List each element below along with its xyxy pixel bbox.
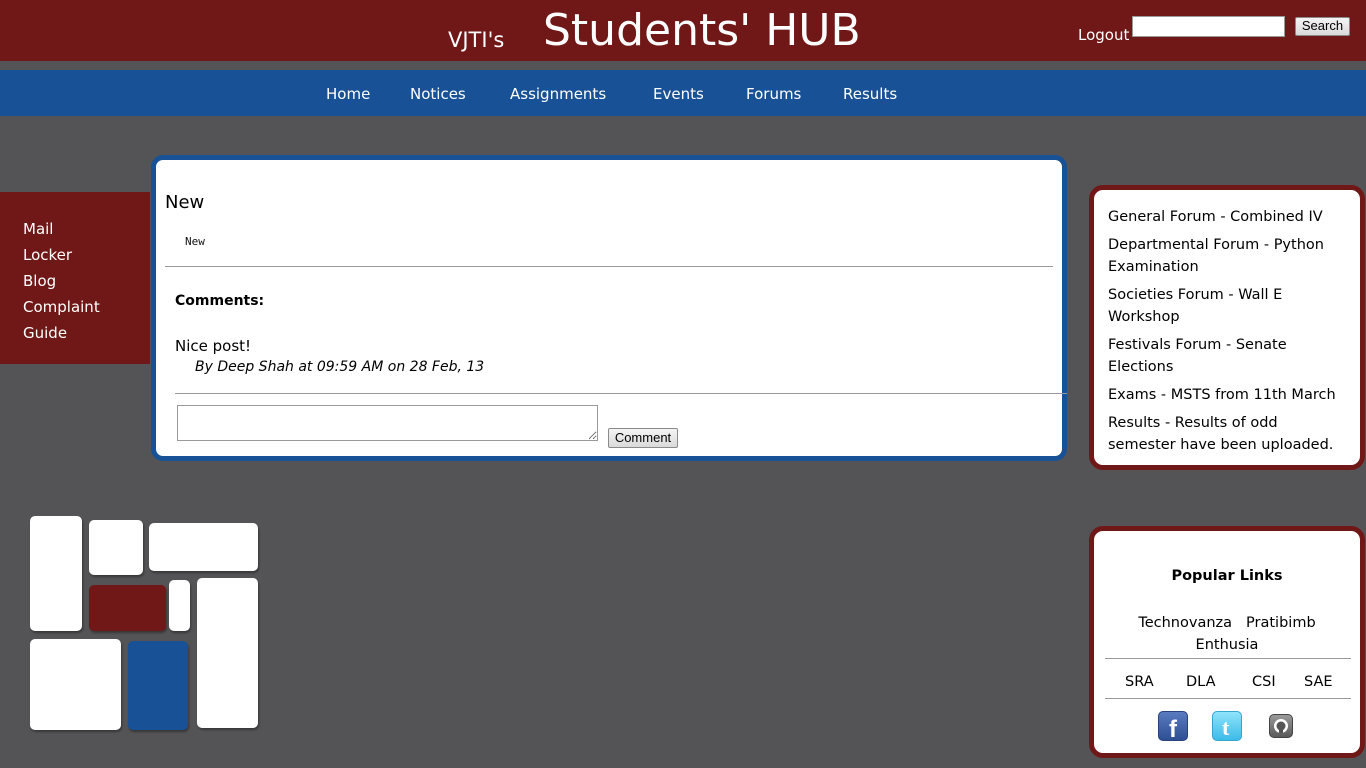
- club-link-sae[interactable]: SAE: [1304, 674, 1333, 690]
- club-link-sra[interactable]: SRA: [1125, 674, 1154, 690]
- forum-item[interactable]: Results - Results of odd semester have b…: [1108, 412, 1348, 456]
- popular-links-title: Popular Links: [1171, 568, 1283, 584]
- forum-item[interactable]: General Forum - Combined IV: [1108, 206, 1348, 228]
- post-body: New: [185, 235, 205, 248]
- logo-tile: [89, 585, 166, 631]
- logout-link[interactable]: Logout: [1078, 26, 1129, 44]
- sidebar-item-locker[interactable]: Locker: [23, 242, 150, 268]
- fest-link-technovanza[interactable]: Technovanza: [1138, 615, 1232, 631]
- forum-list: General Forum - Combined IV Departmental…: [1089, 185, 1365, 470]
- fest-link-pratibimb[interactable]: Pratibimb: [1246, 615, 1316, 631]
- header-bar: VJTI's Students' HUB Logout Search: [0, 0, 1366, 61]
- comment-meta: By Deep Shah at 09:59 AM on 28 Feb, 13: [195, 359, 485, 375]
- logo-tile: [128, 641, 188, 730]
- twitter-icon[interactable]: t: [1212, 711, 1242, 741]
- sidebar-item-blog[interactable]: Blog: [23, 268, 150, 294]
- forum-item[interactable]: Societies Forum - Wall E Workshop: [1108, 284, 1348, 328]
- comments-heading: Comments:: [175, 293, 265, 309]
- nav-events[interactable]: Events: [653, 85, 704, 103]
- logo-tile: [149, 523, 258, 571]
- divider: [165, 266, 1053, 267]
- svg-text:f: f: [1169, 716, 1178, 742]
- logo-tile: [30, 639, 121, 730]
- site-title: Students' HUB: [543, 5, 861, 56]
- post-card: New New Comments: Nice post! By Deep Sha…: [151, 155, 1067, 461]
- main-nav: Home Notices Assignments Events Forums R…: [0, 70, 1366, 116]
- club-link-dla[interactable]: DLA: [1186, 674, 1216, 690]
- nav-notices[interactable]: Notices: [410, 85, 466, 103]
- sidebar-item-complaint[interactable]: Complaint: [23, 294, 150, 320]
- facebook-icon[interactable]: f: [1158, 711, 1188, 743]
- divider: [1105, 658, 1351, 659]
- nav-assignments[interactable]: Assignments: [510, 85, 606, 103]
- comment-button[interactable]: Comment: [608, 428, 678, 448]
- logo-tile: [30, 516, 82, 631]
- svg-text:t: t: [1222, 715, 1230, 740]
- popular-links-card: Popular Links Technovanza Pratibimb Enthu…: [1089, 526, 1365, 758]
- brand-prefix: VJTI's: [448, 28, 505, 52]
- nav-home[interactable]: Home: [326, 85, 370, 103]
- github-icon[interactable]: [1269, 714, 1293, 738]
- logo-tile: [89, 520, 143, 575]
- fest-link-enthusia[interactable]: Enthusia: [1196, 637, 1259, 653]
- divider: [175, 393, 1067, 394]
- divider: [1105, 698, 1351, 699]
- nav-forums[interactable]: Forums: [746, 85, 801, 103]
- forum-item[interactable]: Festivals Forum - Senate Elections: [1108, 334, 1348, 378]
- comment-input[interactable]: [177, 405, 598, 441]
- logo-tile: [169, 580, 190, 631]
- logo-tile: [197, 578, 258, 728]
- comment-text: Nice post!: [175, 337, 252, 355]
- forum-item[interactable]: Departmental Forum - Python Examination: [1108, 234, 1348, 278]
- search-button[interactable]: Search: [1295, 17, 1350, 36]
- forum-item[interactable]: Exams - MSTS from 11th March: [1108, 384, 1348, 406]
- post-title: New: [165, 192, 205, 213]
- fest-links: Technovanza Pratibimb Enthusia: [1094, 612, 1360, 656]
- sidebar-item-mail[interactable]: Mail: [23, 216, 150, 242]
- sidebar-item-guide[interactable]: Guide: [23, 320, 150, 346]
- sidebar: Mail Locker Blog Complaint Guide: [0, 192, 150, 364]
- nav-results[interactable]: Results: [843, 85, 897, 103]
- club-link-csi[interactable]: CSI: [1252, 674, 1276, 690]
- search-input[interactable]: [1132, 16, 1285, 37]
